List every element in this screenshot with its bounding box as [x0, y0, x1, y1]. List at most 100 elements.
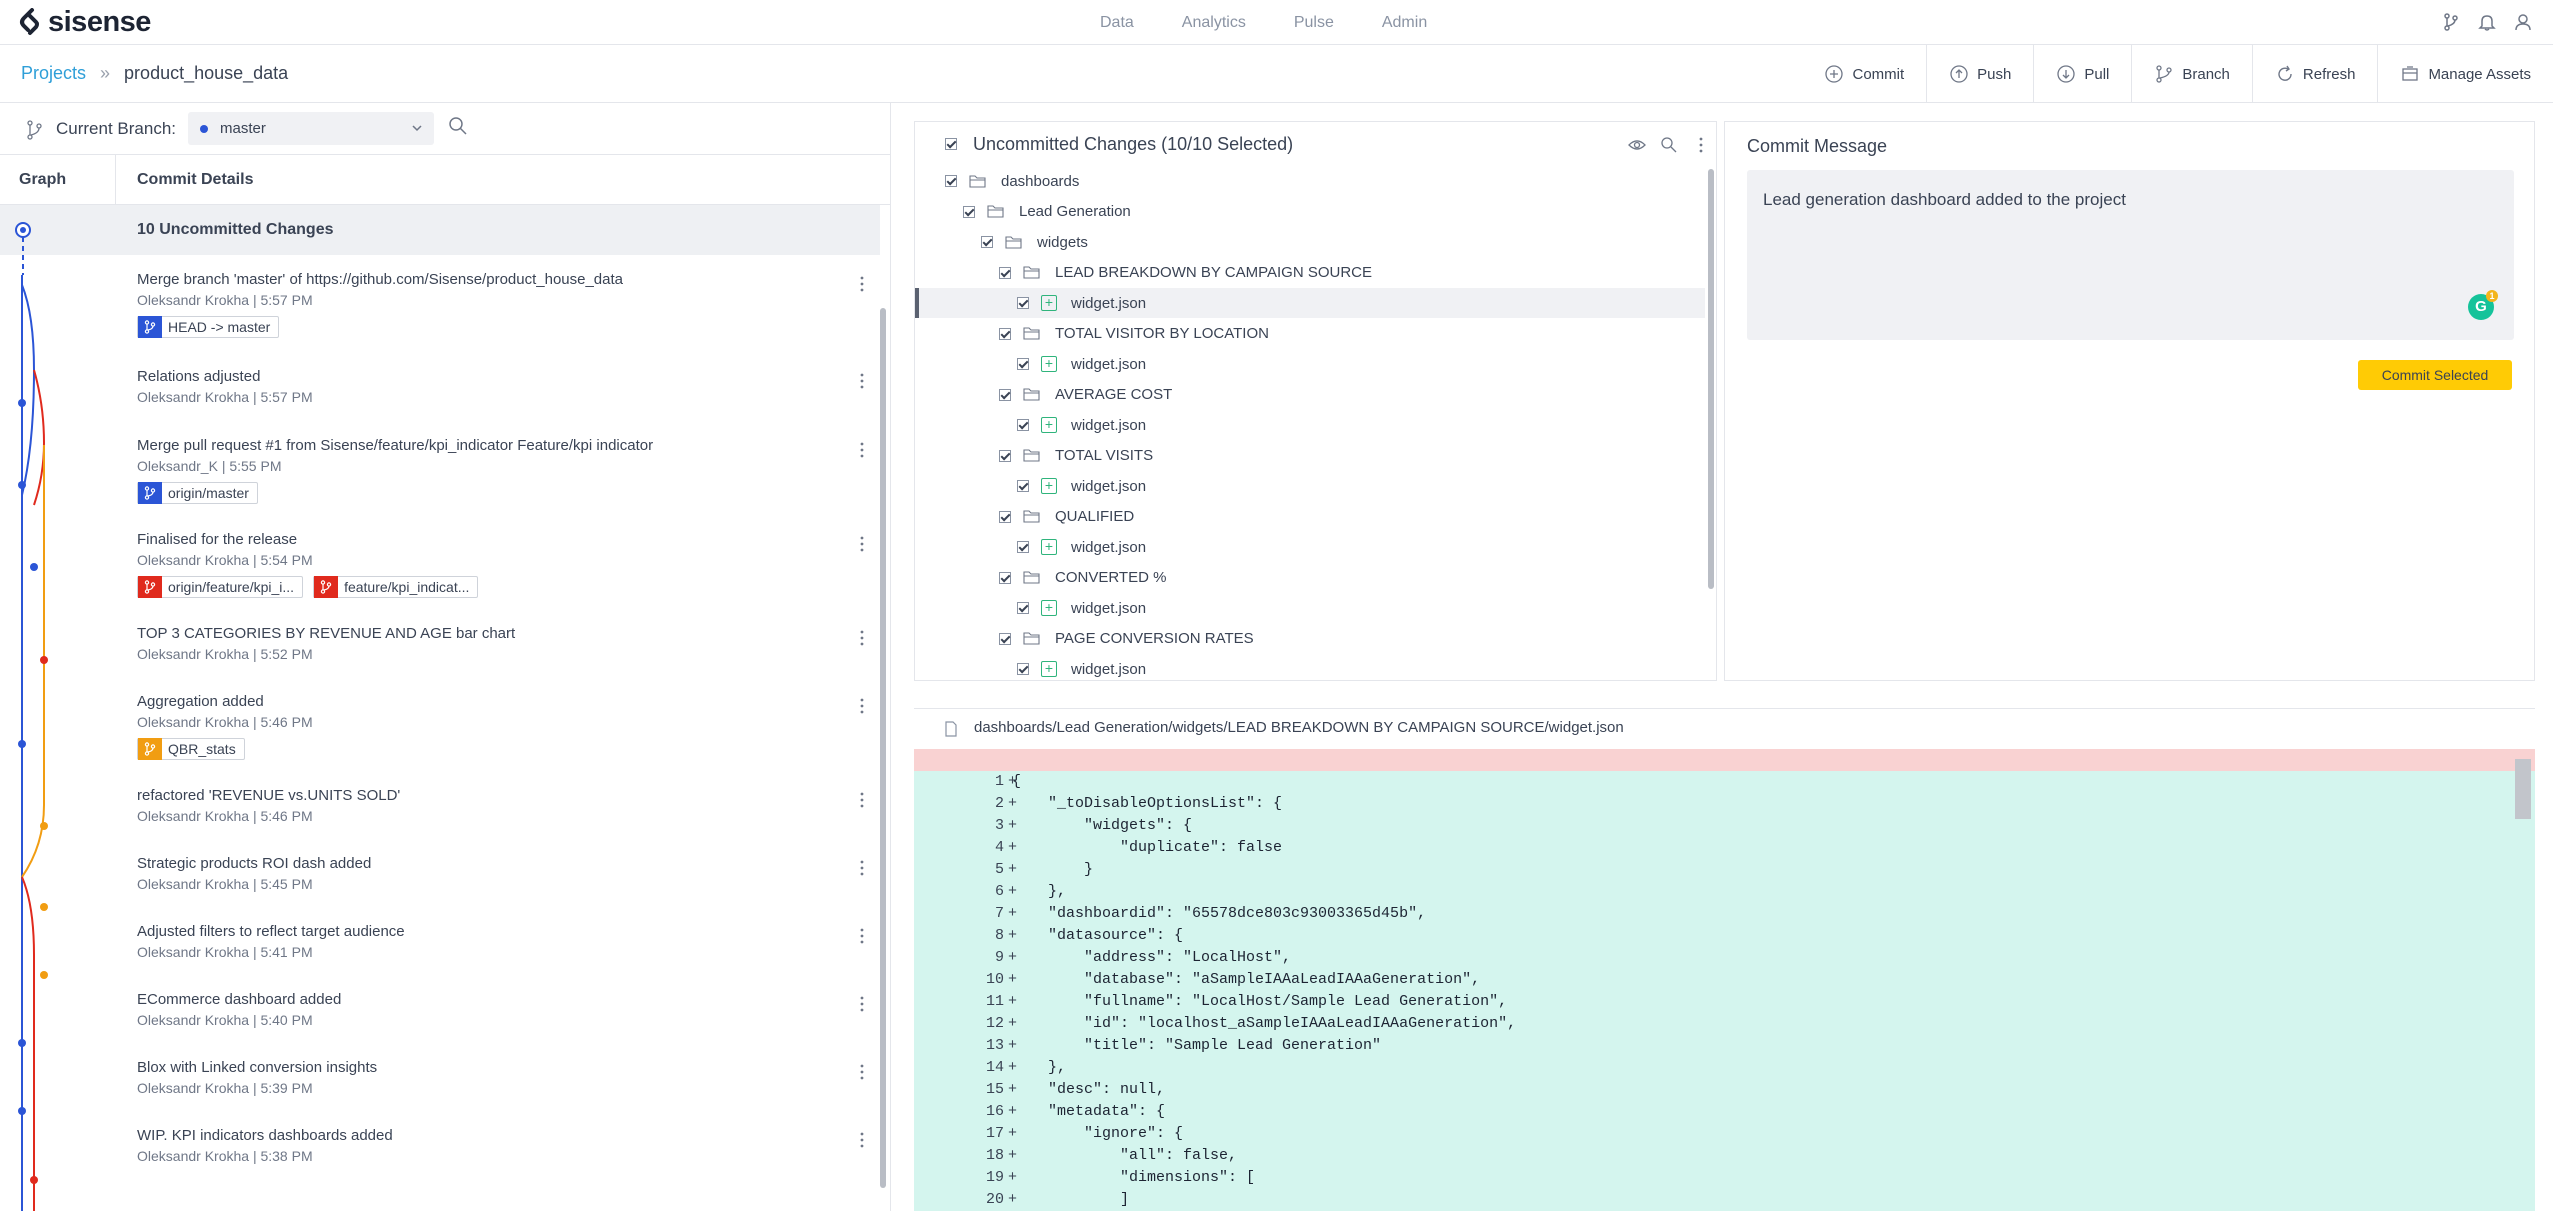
refresh-button[interactable]: Refresh: [2251, 45, 2378, 103]
tree-checkbox[interactable]: [999, 510, 1011, 523]
nav-data[interactable]: Data: [1100, 14, 1134, 32]
commit-row[interactable]: Strategic products ROI dash added Oleksan…: [137, 855, 867, 892]
commit-row[interactable]: Merge branch 'master' of https://github.…: [137, 271, 867, 338]
more-vertical-icon[interactable]: [857, 1063, 867, 1081]
tree-checkbox[interactable]: [999, 327, 1011, 340]
tree-checkbox[interactable]: [1017, 297, 1029, 309]
grammarly-badge: 1: [2486, 290, 2498, 302]
commit-list-scrollbar[interactable]: [880, 308, 886, 1188]
nav-admin[interactable]: Admin: [1382, 14, 1427, 32]
sisense-logo[interactable]: sisense: [18, 6, 151, 38]
manage-assets-button[interactable]: Manage Assets: [2377, 45, 2553, 103]
branch-tag[interactable]: HEAD -> master: [137, 316, 280, 338]
breadcrumb-projects[interactable]: Projects: [21, 63, 86, 84]
uncommitted-changes-row[interactable]: 10 Uncommitted Changes: [0, 205, 880, 255]
tree-file-row[interactable]: + widget.json: [915, 532, 1705, 562]
tree-checkbox[interactable]: [999, 632, 1011, 645]
branch-tag[interactable]: QBR_stats: [137, 738, 245, 760]
tree-folder-row[interactable]: TOTAL VISITS: [915, 441, 1705, 471]
commit-row[interactable]: refactored 'REVENUE vs.UNITS SOLD' Oleksa…: [137, 787, 867, 824]
tree-checkbox[interactable]: [981, 236, 993, 248]
git-branch-icon[interactable]: [2441, 12, 2461, 32]
more-vertical-icon[interactable]: [857, 441, 867, 459]
tree-folder-row[interactable]: CONVERTED %: [915, 563, 1705, 593]
tree-checkbox[interactable]: [999, 571, 1011, 584]
tree-file-row[interactable]: + widget.json: [915, 654, 1705, 684]
commit-row[interactable]: Adjusted filters to reflect target audie…: [137, 923, 867, 960]
tree-folder-row[interactable]: Lead Generation: [915, 197, 1705, 227]
branch-select[interactable]: master: [188, 112, 434, 145]
tree-file-row[interactable]: + widget.json: [915, 349, 1705, 379]
folder-open-icon: [1023, 449, 1040, 462]
commit-row[interactable]: Blox with Linked conversion insights Olek…: [137, 1059, 867, 1096]
tree-checkbox[interactable]: [1017, 419, 1029, 431]
more-vertical-icon[interactable]: [857, 697, 867, 715]
more-vertical-icon[interactable]: [857, 1131, 867, 1149]
select-all-checkbox[interactable]: [945, 138, 957, 150]
commit-tags: origin/feature/kpi_i... feature/kpi_indic…: [137, 576, 867, 598]
tree-checkbox[interactable]: [945, 175, 957, 187]
tree-file-row[interactable]: + widget.json: [915, 471, 1705, 501]
graph-line-branch-red-1: [33, 369, 46, 506]
more-vertical-icon[interactable]: [857, 275, 867, 293]
current-branch-label: Current Branch:: [56, 119, 176, 138]
tree-folder-row[interactable]: PAGE CONVERSION RATES: [915, 624, 1705, 654]
more-vertical-icon[interactable]: [857, 859, 867, 877]
commit-row[interactable]: WIP. KPI indicators dashboards added Olek…: [137, 1127, 867, 1164]
branch-button[interactable]: Branch: [2131, 45, 2252, 103]
tree-file-row[interactable]: + widget.json: [915, 288, 1705, 318]
graph-node: [40, 971, 48, 979]
push-button[interactable]: Push: [1926, 45, 2033, 103]
more-vertical-icon[interactable]: [857, 791, 867, 809]
tree-folder-row[interactable]: AVERAGE COST: [915, 380, 1705, 410]
tree-checkbox[interactable]: [999, 388, 1011, 401]
more-vertical-icon[interactable]: [857, 629, 867, 647]
commit-message-textarea[interactable]: Lead generation dashboard added to the p…: [1747, 170, 2514, 340]
tree-file-row[interactable]: + widget.json: [915, 410, 1705, 440]
more-vertical-icon[interactable]: [857, 372, 867, 390]
branch-tag[interactable]: origin/master: [137, 482, 258, 504]
tree-checkbox[interactable]: [1017, 358, 1029, 370]
eye-icon[interactable]: [1628, 136, 1646, 154]
tree-folder-row[interactable]: TOTAL VISITOR BY LOCATION: [915, 319, 1705, 349]
tree-checkbox[interactable]: [963, 205, 975, 218]
tree-folder-row[interactable]: QUALIFIED: [915, 502, 1705, 532]
more-vertical-icon[interactable]: [1692, 136, 1710, 154]
tree-checkbox[interactable]: [1017, 541, 1029, 553]
tree-folder-row[interactable]: widgets: [915, 227, 1705, 257]
diff-scrollbar[interactable]: [2515, 759, 2531, 819]
search-icon[interactable]: [447, 115, 469, 137]
commit-row[interactable]: ECommerce dashboard added Oleksandr Krokh…: [137, 991, 867, 1028]
tree-checkbox[interactable]: [999, 449, 1011, 462]
commit-row[interactable]: Aggregation added Oleksandr Krokha | 5:46…: [137, 693, 867, 760]
branch-tag[interactable]: origin/feature/kpi_i...: [137, 576, 304, 598]
tree-checkbox[interactable]: [1017, 663, 1029, 675]
commit-message: Adjusted filters to reflect target audie…: [137, 923, 405, 940]
grammarly-icon[interactable]: G1: [2468, 290, 2498, 320]
commit-button[interactable]: Commit: [1802, 45, 1926, 103]
diff-line-added: 11 + "fullname": "LocalHost/Sample Lead G…: [914, 991, 2535, 1013]
commit-row[interactable]: Relations adjusted Oleksandr Krokha | 5:5…: [137, 368, 867, 405]
more-vertical-icon[interactable]: [857, 535, 867, 553]
bell-icon[interactable]: [2477, 12, 2497, 32]
tree-file-row[interactable]: + widget.json: [915, 593, 1705, 623]
nav-pulse[interactable]: Pulse: [1294, 14, 1334, 32]
more-vertical-icon[interactable]: [857, 927, 867, 945]
diff-line-number: 6: [994, 883, 1004, 900]
tree-checkbox[interactable]: [999, 266, 1011, 279]
nav-analytics[interactable]: Analytics: [1182, 14, 1246, 32]
changes-scrollbar[interactable]: [1708, 169, 1714, 589]
tree-folder-row[interactable]: LEAD BREAKDOWN BY CAMPAIGN SOURCE: [915, 258, 1705, 288]
more-vertical-icon[interactable]: [857, 995, 867, 1013]
tree-checkbox[interactable]: [1017, 602, 1029, 614]
branch-tag[interactable]: feature/kpi_indicat...: [313, 576, 479, 598]
tree-folder-row[interactable]: dashboards: [915, 166, 1705, 196]
user-icon[interactable]: [2513, 12, 2533, 32]
search-icon[interactable]: [1660, 136, 1678, 154]
tree-checkbox[interactable]: [1017, 480, 1029, 492]
pull-button[interactable]: Pull: [2033, 45, 2131, 103]
commit-row[interactable]: Merge pull request #1 from Sisense/featu…: [137, 437, 867, 504]
commit-row[interactable]: Finalised for the release Oleksandr Krokh…: [137, 531, 867, 598]
commit-selected-button[interactable]: Commit Selected: [2358, 360, 2512, 390]
commit-row[interactable]: TOP 3 CATEGORIES BY REVENUE AND AGE bar …: [137, 625, 867, 662]
